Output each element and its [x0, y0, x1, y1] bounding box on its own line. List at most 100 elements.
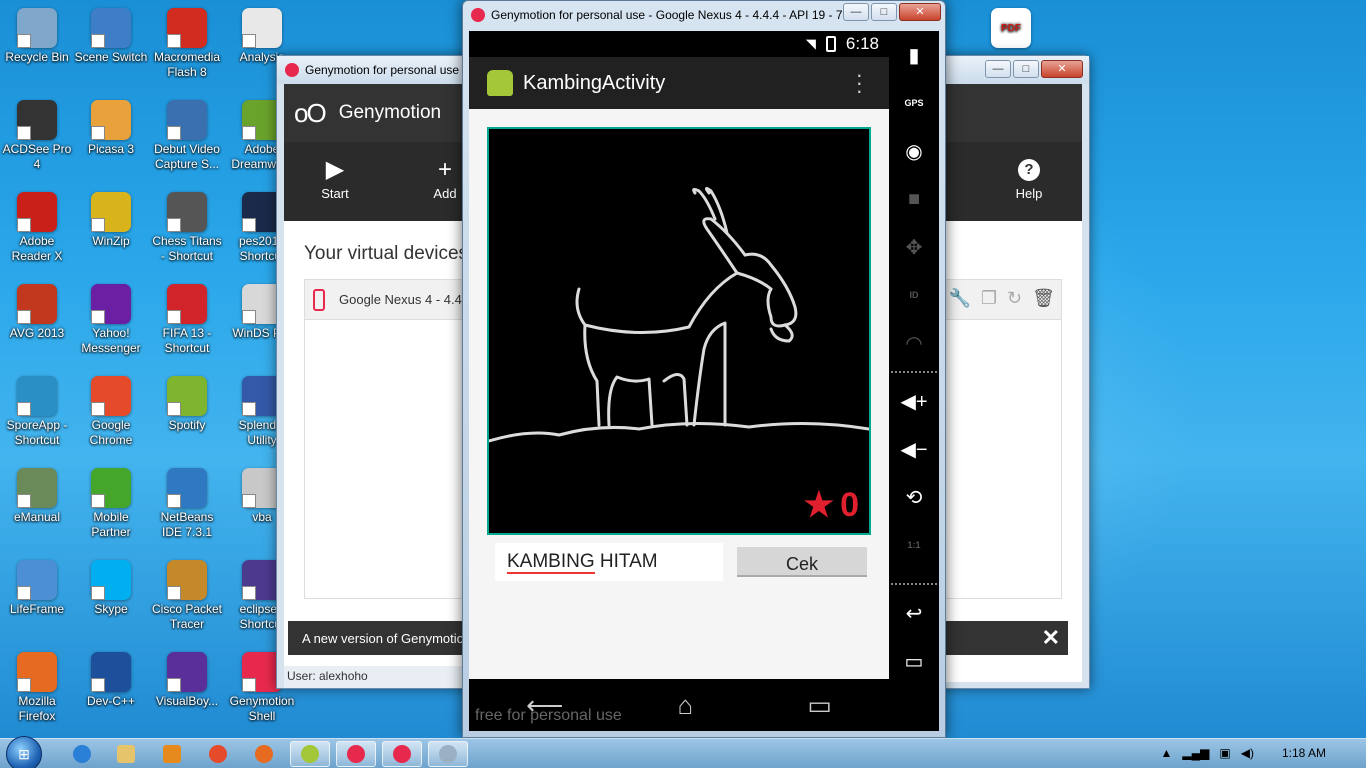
desktop-icon[interactable]: Google Chrome: [73, 370, 149, 460]
desktop-icon-label: Skype: [94, 602, 128, 616]
desktop-icon[interactable]: AVG 2013: [0, 278, 75, 368]
score-display: ★ 0: [804, 485, 859, 525]
desktop-icon[interactable]: Mozilla Firefox: [0, 646, 75, 736]
app-icon: [167, 652, 207, 692]
scale-icon[interactable]: 1:1: [889, 521, 939, 569]
genymotion-logo-icon: [285, 63, 299, 77]
help-button[interactable]: ? Help: [984, 154, 1074, 201]
desktop-icon[interactable]: SporeApp - Shortcut: [0, 370, 75, 460]
network-icon[interactable]: ▣: [1219, 746, 1230, 760]
app-icon: [17, 376, 57, 416]
desktop-icon[interactable]: NetBeans IDE 7.3.1: [149, 462, 225, 552]
desktop-icon[interactable]: eManual: [0, 462, 75, 552]
desktop-icon[interactable]: ACDSee Pro 4: [0, 94, 75, 184]
android-status-bar: ◥ 6:18: [469, 31, 889, 57]
taskbar-app[interactable]: [290, 741, 330, 767]
desktop-icon[interactable]: VisualBoy...: [149, 646, 225, 736]
overflow-menu-icon[interactable]: · · ·: [856, 64, 863, 102]
desktop-icon[interactable]: Macromedia Flash 8: [149, 2, 225, 92]
desktop-icon-label: Picasa 3: [87, 142, 135, 156]
desktop-icon[interactable]: Yahoo! Messenger: [73, 278, 149, 368]
desktop-icon[interactable]: WinZip: [73, 186, 149, 276]
back-icon[interactable]: ↩: [889, 589, 939, 637]
app-content: ★ 0 KAMBING HITAM Cek: [469, 109, 889, 679]
desktop-icon[interactable]: Spotify: [149, 370, 225, 460]
android-icon: [301, 745, 319, 763]
dpad-widget-icon[interactable]: ✥: [889, 223, 939, 271]
taskbar-genymotion[interactable]: [336, 741, 376, 767]
id-widget-icon[interactable]: ID: [889, 271, 939, 319]
desktop-icon-label: Chess Titans - Shortcut: [152, 234, 222, 263]
folder-icon: [117, 745, 135, 763]
answer-input[interactable]: KAMBING HITAM: [495, 543, 723, 581]
desktop-icon[interactable]: FIFA 13 - Shortcut: [149, 278, 225, 368]
desktop-icon-label: Yahoo! Messenger: [81, 326, 141, 355]
answer-word-misspelled: KAMBING: [507, 551, 595, 574]
tray-arrow-icon[interactable]: ▲: [1161, 746, 1173, 760]
emulator-window[interactable]: Genymotion for personal use - Google Nex…: [462, 0, 946, 738]
close-notification-icon[interactable]: ✕: [1042, 625, 1060, 651]
camera-widget-icon[interactable]: ◉: [889, 127, 939, 175]
desktop-icon[interactable]: Mobile Partner: [73, 462, 149, 552]
status-time: 6:18: [845, 34, 879, 53]
cek-button[interactable]: Cek: [737, 547, 867, 577]
desktop-icon-label: Google Chrome: [89, 418, 133, 447]
app-icon: [91, 192, 131, 232]
emu-maximize-button[interactable]: □: [871, 3, 897, 21]
add-label: Add: [433, 186, 457, 201]
clone-icon[interactable]: ❐: [981, 288, 997, 309]
volume-up-icon[interactable]: ◀+: [889, 377, 939, 425]
start-button[interactable]: ▶ Start: [290, 154, 380, 201]
emu-close-button[interactable]: ✕: [899, 3, 941, 21]
network-widget-icon[interactable]: ◠: [889, 319, 939, 367]
wrench-icon[interactable]: 🔧: [948, 288, 970, 309]
volume-down-icon[interactable]: ◀−: [889, 425, 939, 473]
score-value: 0: [840, 485, 859, 524]
app-action-bar: KambingActivity · · ·: [469, 57, 889, 109]
rotate-icon[interactable]: ⟲: [889, 473, 939, 521]
desktop-icon[interactable]: Debut Video Capture S...: [149, 94, 225, 184]
desktop-icon[interactable]: Scene Switch: [73, 2, 149, 92]
gps-widget-icon[interactable]: GPS: [889, 79, 939, 127]
start-button[interactable]: ⊞: [6, 736, 42, 768]
ie-icon: [73, 745, 91, 763]
start-label: Start: [321, 186, 349, 201]
recent-apps-icon[interactable]: ▭: [889, 637, 939, 685]
gm-minimize-button[interactable]: —: [985, 60, 1011, 78]
taskbar-media[interactable]: [152, 741, 192, 767]
desktop-icon[interactable]: LifeFrame: [0, 554, 75, 644]
recents-nav-icon[interactable]: ▭: [807, 690, 832, 721]
clock[interactable]: 1:18 AM: [1282, 746, 1326, 760]
desktop-icon[interactable]: Adobe Reader X: [0, 186, 75, 276]
desktop-icon[interactable]: Cisco Packet Tracer: [149, 554, 225, 644]
desktop-icon[interactable]: Recycle Bin: [0, 2, 75, 92]
taskbar-chrome[interactable]: [198, 741, 238, 767]
taskbar-firefox[interactable]: [244, 741, 284, 767]
desktop-icon[interactable]: Skype: [73, 554, 149, 644]
reset-icon[interactable]: ↻: [1007, 288, 1022, 309]
capture-widget-icon[interactable]: ■: [889, 175, 939, 223]
taskbar: ⊞ ▲ ▂▄▆ ▣ ◀) 1:18 AM: [0, 736, 1366, 768]
gm-close-button[interactable]: ✕: [1041, 60, 1083, 78]
taskbar-genymotion-player[interactable]: [382, 741, 422, 767]
volume-icon[interactable]: ◀): [1241, 746, 1254, 760]
desktop-icon[interactable]: Picasa 3: [73, 94, 149, 184]
signal-icon[interactable]: ▂▄▆: [1182, 746, 1209, 760]
taskbar-ie[interactable]: [62, 741, 102, 767]
emu-minimize-button[interactable]: —: [843, 3, 869, 21]
desktop-icon-label: eManual: [13, 510, 61, 524]
desktop-icon[interactable]: Dev-C++: [73, 646, 149, 736]
app-icon: [91, 560, 131, 600]
genymotion-icon: [347, 745, 365, 763]
home-nav-icon[interactable]: ⌂: [677, 690, 693, 721]
app-icon: [17, 8, 57, 48]
gm-maximize-button[interactable]: □: [1013, 60, 1039, 78]
battery-widget-icon[interactable]: ▮: [889, 31, 939, 79]
desktop-icon[interactable]: Chess Titans - Shortcut: [149, 186, 225, 276]
desktop-icon-label: Dev-C++: [86, 694, 136, 708]
taskbar-explorer[interactable]: [106, 741, 146, 767]
trash-icon[interactable]: 🗑: [1032, 288, 1055, 309]
desktop-icon-label: Mobile Partner: [91, 510, 131, 539]
taskbar-settings[interactable]: [428, 741, 468, 767]
device-actions: 🔧 ❐ ↻ 🗑: [948, 288, 1055, 309]
